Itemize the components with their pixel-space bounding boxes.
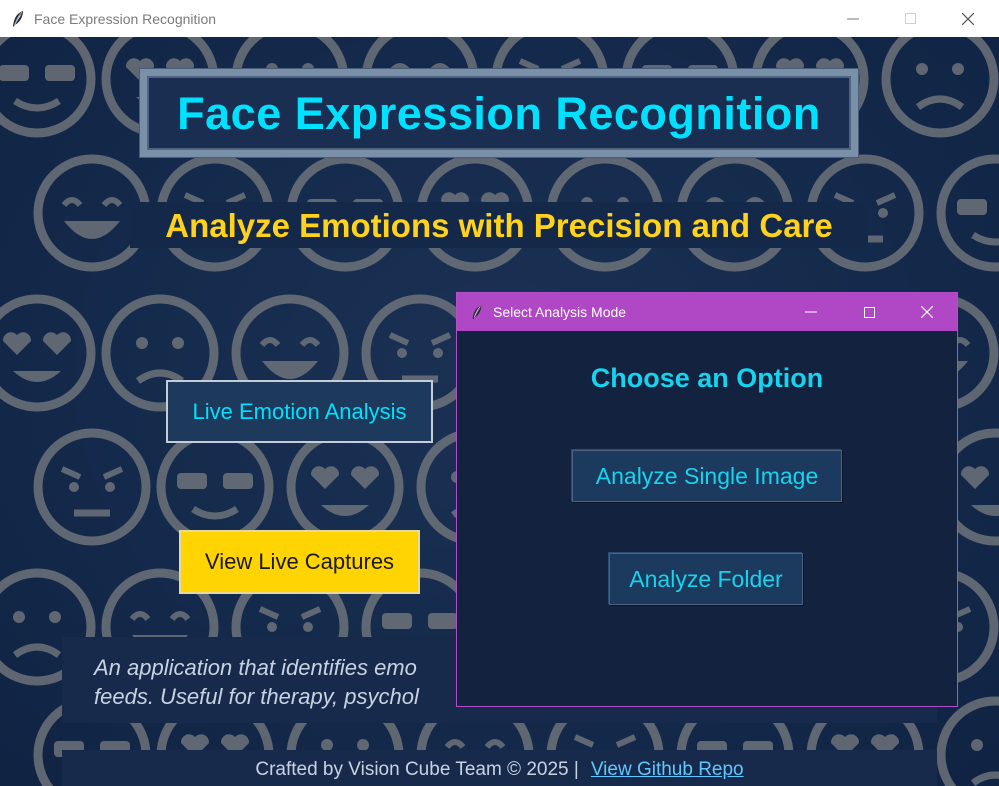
maximize-button[interactable] [881,0,939,37]
close-button[interactable] [939,0,997,37]
app-title: Face Expression Recognition [177,88,821,139]
feather-icon [472,305,482,319]
maximize-icon [904,13,916,24]
footer: Crafted by Vision Cube Team © 2025 | View… [62,750,937,786]
live-emotion-analysis-button[interactable]: Live Emotion Analysis [166,380,433,443]
minimize-icon [805,311,817,313]
analyze-single-image-button[interactable]: Analyze Single Image [572,450,842,502]
minimize-button[interactable] [824,0,882,37]
dialog-heading: Choose an Option [590,363,824,393]
dialog-close-button[interactable] [898,293,956,331]
title-frame: Face Expression Recognition [140,69,858,157]
feather-icon [13,10,23,27]
window-title: Face Expression Recognition [34,10,217,27]
select-analysis-mode-dialog: Select Analysis Mode Choose an Option An… [456,292,958,707]
close-icon [962,12,974,25]
dialog-titlebar: Select Analysis Mode [457,293,957,331]
subtitle-banner: Analyze Emotions with Precision and Care [130,202,868,248]
footer-text: Crafted by Vision Cube Team © 2025 | View… [62,759,937,781]
maximize-icon [863,306,875,318]
minimize-icon [847,18,859,19]
footer-credit: Crafted by Vision Cube Team © 2025 | [255,759,579,780]
app-subtitle: Analyze Emotions with Precision and Care [165,207,833,244]
dialog-maximize-button[interactable] [840,293,898,331]
analyze-folder-button[interactable]: Analyze Folder [609,553,803,605]
view-live-captures-button[interactable]: View Live Captures [179,530,420,594]
window-titlebar: Face Expression Recognition [0,0,999,37]
dialog-minimize-button[interactable] [782,293,840,331]
dialog-title: Select Analysis Mode [493,304,627,320]
close-icon [921,306,933,318]
github-repo-link[interactable]: View Github Repo [591,759,744,780]
